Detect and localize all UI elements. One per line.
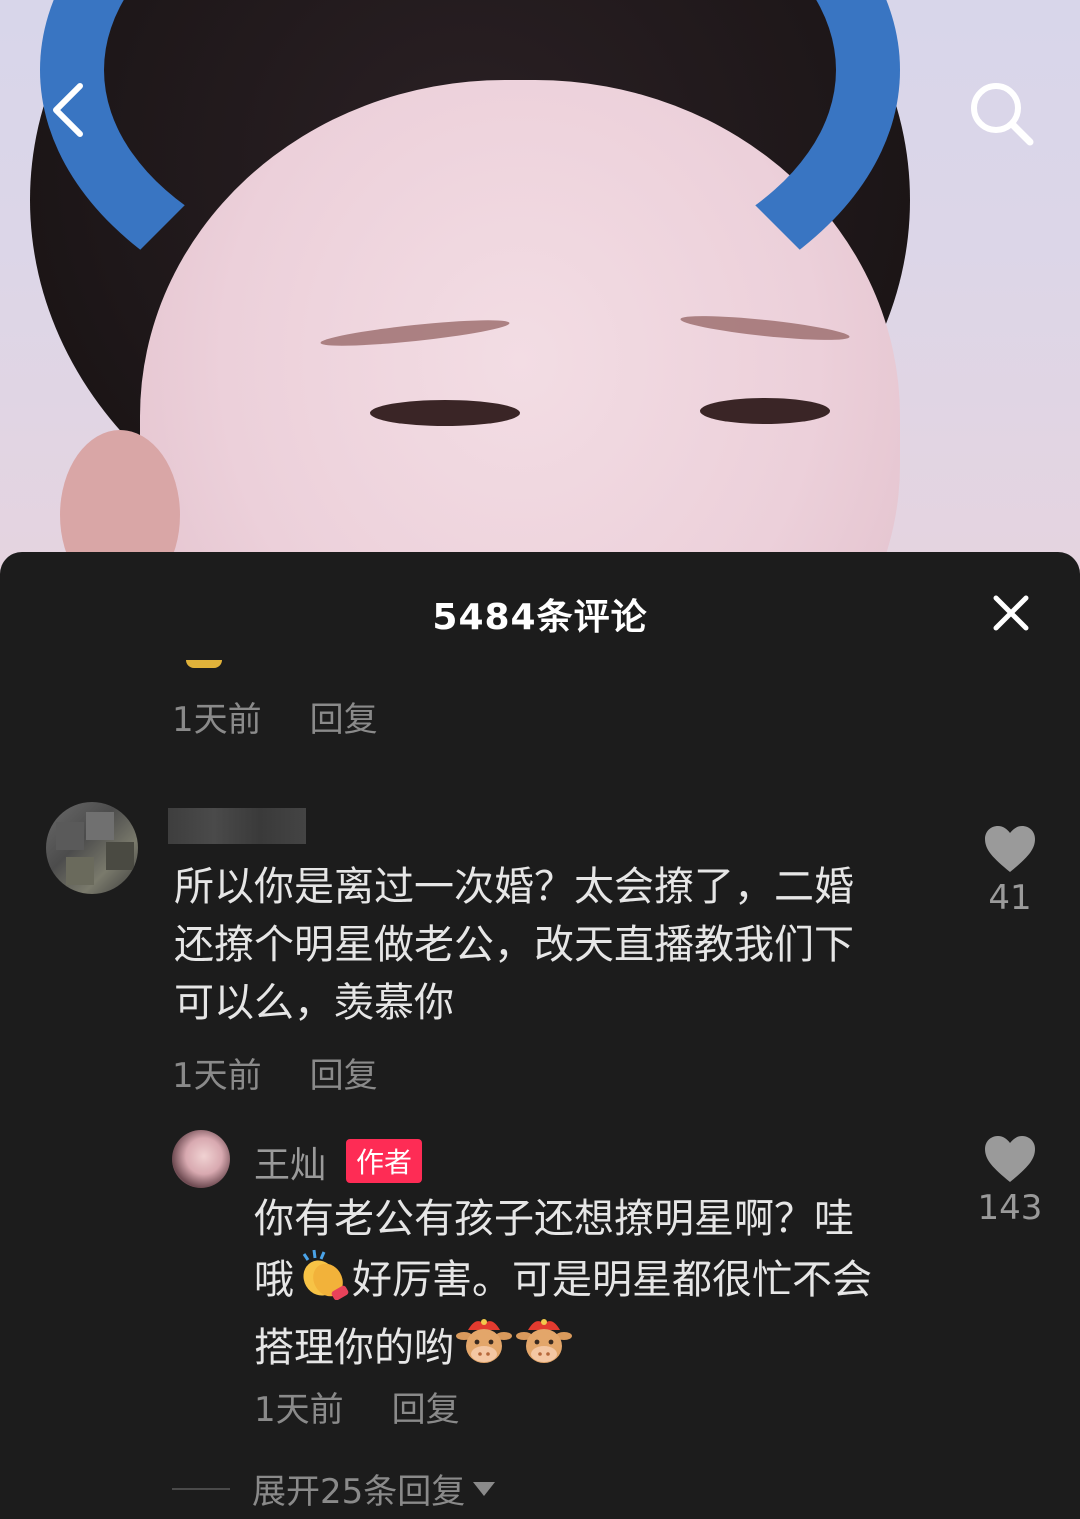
clapping-hands-emoji (294, 1248, 352, 1316)
like-count: 143 (977, 1188, 1043, 1228)
avatar-pixel (56, 822, 84, 850)
comment-meta: 1天前 回复 (172, 1048, 378, 1097)
comment-time: 1天前 (172, 1056, 262, 1096)
like-button[interactable]: 143 (970, 1134, 1050, 1228)
comment-meta: 1天前 回复 (172, 692, 378, 741)
reply-text: 你有老公有孩子还想撩明星啊？哇 哦 好厉害。可是明星都很忙不会 搭理你的哟 (254, 1190, 872, 1384)
author-badge: 作者 (346, 1139, 423, 1183)
comment-line-3: 搭理你的哟 (254, 1316, 872, 1384)
chevron-left-icon (53, 83, 83, 137)
back-button[interactable] (42, 78, 102, 142)
author-avatar[interactable] (172, 1130, 230, 1188)
expand-replies-label: 展开25条回复 (252, 1472, 466, 1512)
panel-title: 5484条评论 (432, 597, 648, 638)
reply-button[interactable]: 回复 (310, 1056, 378, 1096)
comment-line-part: 哦 (254, 1257, 294, 1303)
comment-time: 1天前 (254, 1390, 344, 1430)
avatar-pixel (66, 857, 94, 885)
video-frame[interactable] (0, 0, 1080, 600)
author-name[interactable]: 王灿 (254, 1136, 326, 1188)
close-button[interactable] (990, 592, 1032, 634)
like-button[interactable]: 41 (970, 824, 1050, 918)
comments-panel: 5484条评论 1天前 回复 所以你是离过一次婚？太会撩了，二婚 还撩个明星做老公… (0, 552, 1080, 1519)
heart-icon (985, 826, 1035, 872)
avatar-pixel (106, 842, 134, 870)
search-button[interactable] (966, 78, 1036, 148)
comment-line: 你有老公有孩子还想撩明星啊？哇 (254, 1196, 854, 1242)
eye-right (700, 398, 830, 424)
like-count: 41 (988, 878, 1032, 918)
heart-icon (985, 1136, 1035, 1182)
expand-replies-button[interactable]: 展开25条回复 (172, 1464, 496, 1513)
comment-line: 可以么，羡慕你 (174, 980, 454, 1026)
avatar-pixel (86, 812, 114, 840)
eye-left (370, 400, 520, 426)
comment-line-2: 哦 好厉害。可是明星都很忙不会 (254, 1248, 872, 1316)
avatar[interactable] (46, 802, 138, 894)
comment-line-part: 搭理你的哟 (254, 1325, 454, 1371)
username-redacted[interactable] (168, 808, 306, 844)
reply-button[interactable]: 回复 (310, 700, 378, 740)
comment-line: 所以你是离过一次婚？太会撩了，二婚 (174, 864, 854, 910)
reply-button[interactable]: 回复 (392, 1390, 460, 1430)
search-icon (971, 83, 1034, 146)
ox-emoji (454, 1316, 514, 1384)
comment-time: 1天前 (172, 700, 262, 740)
ox-emoji (514, 1316, 574, 1384)
close-icon (993, 595, 1029, 631)
avatar-edge (186, 660, 222, 668)
divider-line (172, 1487, 230, 1490)
comment-line: 还撩个明星做老公，改天直播教我们下 (174, 922, 854, 968)
caret-down-icon (473, 1481, 496, 1496)
reply-meta: 1天前 回复 (254, 1382, 460, 1431)
comment-text: 所以你是离过一次婚？太会撩了，二婚 还撩个明星做老公，改天直播教我们下 可以么，… (174, 858, 854, 1032)
comment-line-part: 好厉害。可是明星都很忙不会 (352, 1257, 872, 1303)
